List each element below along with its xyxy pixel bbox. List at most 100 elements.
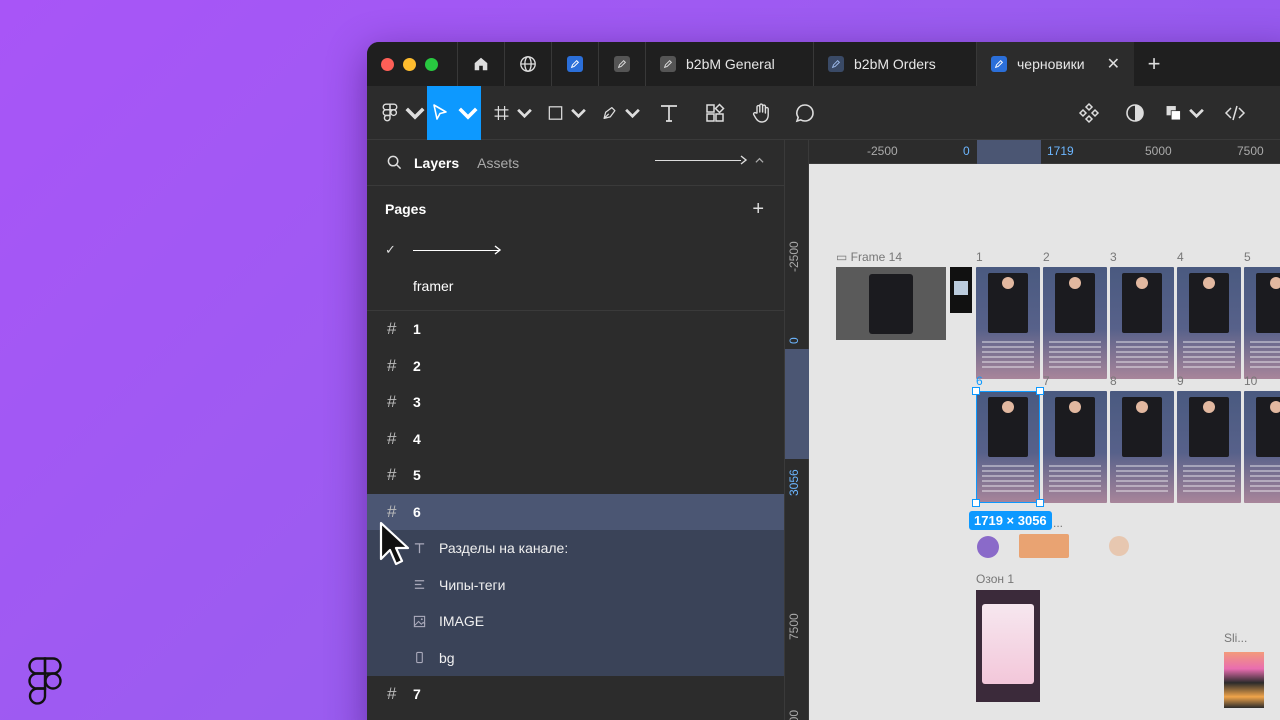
layer-frame-2[interactable]: #2 — [367, 348, 784, 385]
move-tool-button[interactable] — [427, 86, 481, 140]
maximize-window-button[interactable] — [425, 57, 438, 71]
ruler-tick-label: 0 — [787, 337, 801, 344]
frame-number-label: 8 — [1110, 374, 1117, 388]
resize-handle[interactable] — [972, 499, 980, 507]
page-item-current[interactable]: ✓ — [367, 232, 784, 268]
dev-mode-button[interactable] — [1221, 86, 1249, 140]
page-label: framer — [413, 278, 454, 294]
layer-label: IMAGE — [439, 613, 485, 630]
tab-chernoviki[interactable]: черновики ✕ — [976, 42, 1134, 86]
slides-frame-label: Sli... — [1224, 631, 1248, 645]
search-icon[interactable] — [387, 155, 402, 170]
comment-tool-button[interactable] — [791, 86, 819, 140]
avatar[interactable] — [1109, 536, 1129, 556]
figma-menu-icon — [382, 103, 398, 122]
slides-frame[interactable] — [1224, 652, 1264, 708]
home-tab[interactable] — [457, 42, 504, 86]
community-tab[interactable] — [504, 42, 551, 86]
arrow-right-icon — [740, 155, 748, 165]
close-tab-icon[interactable]: ✕ — [1107, 54, 1120, 74]
frame-thumbnail[interactable] — [976, 267, 1040, 379]
new-tab-button[interactable]: + — [1134, 42, 1174, 86]
layer-frame-4[interactable]: #4 — [367, 421, 784, 458]
ozon-frame-label: Озон 1 — [976, 572, 1015, 586]
add-page-button[interactable]: + — [752, 198, 764, 221]
file-pen-icon — [828, 56, 844, 72]
main-menu-button[interactable] — [381, 86, 427, 140]
minimize-window-button[interactable] — [403, 57, 416, 71]
frame-thumbnail[interactable] — [1110, 391, 1174, 503]
layer-frame-7[interactable]: #7 — [367, 676, 784, 713]
layer-child-image[interactable]: IMAGE — [367, 603, 784, 640]
qr-code-frame[interactable] — [950, 267, 972, 313]
frame-thumbnail[interactable] — [1110, 267, 1174, 379]
layer-frame-3[interactable]: #3 — [367, 384, 784, 421]
theme-toggle-button[interactable] — [1121, 86, 1149, 140]
page-arrow-line — [413, 249, 499, 251]
resize-handle[interactable] — [1036, 499, 1044, 507]
layer-child-chips[interactable]: Чипы-теги — [367, 566, 784, 603]
layer-label: 1 — [413, 321, 421, 338]
frame-hash-icon: # — [387, 501, 397, 521]
tab-b2bm-general[interactable]: b2bM General — [645, 42, 813, 86]
arrow-right-icon — [494, 245, 502, 255]
layer-child-bg[interactable]: bg — [367, 639, 784, 676]
image-icon — [413, 615, 439, 628]
tab-layers[interactable]: Layers — [414, 155, 459, 171]
frame-number-label: 2 — [1043, 250, 1050, 264]
tab-assets[interactable]: Assets — [477, 155, 519, 171]
selection-size-badge: 1719 × 3056 — [969, 511, 1052, 530]
frame-thumbnail[interactable] — [1043, 267, 1107, 379]
frame-number-label: 5 — [1244, 250, 1251, 264]
component-diamond-icon — [1078, 102, 1100, 124]
resize-handle[interactable] — [1036, 387, 1044, 395]
current-page-switcher[interactable] — [655, 155, 764, 165]
layer-frame-6-selected[interactable]: #6 — [367, 493, 784, 530]
text-tool-button[interactable] — [655, 86, 683, 140]
layer-label: 3 — [413, 394, 421, 411]
ruler-tick-label: -2500 — [867, 144, 898, 158]
figma-window: b2bM General b2bM Orders черновики ✕ + L… — [367, 42, 1280, 720]
shape-tool-button[interactable] — [547, 86, 587, 140]
boolean-tool-button[interactable] — [1165, 86, 1205, 140]
layers-panel: Layers Assets Pages + ✓ framer #1 # 2 # … — [367, 140, 785, 720]
layer-frame-1[interactable]: #1 — [367, 311, 784, 348]
file-pen-icon — [991, 56, 1007, 72]
panel-header: Layers Assets — [367, 140, 784, 186]
text-icon — [661, 105, 677, 122]
frame-hash-icon: # — [387, 319, 397, 339]
frame-thumbnail[interactable] — [1177, 267, 1241, 379]
ozon-frame[interactable] — [976, 590, 1040, 702]
file-tab-icon-1[interactable] — [551, 42, 598, 86]
ruler-tick-label: 7500 — [1237, 144, 1264, 158]
sticker-thumbnail[interactable] — [1019, 534, 1069, 558]
page-item-framer[interactable]: framer — [367, 268, 784, 304]
design-canvas[interactable]: ▭ Frame 14 1 2 3 4 5 6 7 8 9 10 1719 × 3… — [809, 164, 1280, 720]
pen-tool-button[interactable] — [601, 86, 641, 140]
frame-thumbnail[interactable] — [1244, 267, 1280, 379]
truncated-label: ... — [1053, 516, 1064, 530]
frame-thumbnail[interactable] — [1043, 391, 1107, 503]
frame-thumbnail[interactable] — [1177, 391, 1241, 503]
hand-tool-button[interactable] — [747, 86, 775, 140]
file-tab-icon-2[interactable] — [598, 42, 645, 86]
ruler-tick-label: 000 — [787, 709, 801, 720]
frame14[interactable] — [836, 267, 946, 340]
close-window-button[interactable] — [381, 57, 394, 71]
vertical-ruler: -2500 0 3056 7500 000 — [785, 140, 809, 720]
layer-label: 5 — [413, 467, 421, 484]
resize-handle[interactable] — [972, 387, 980, 395]
frame-tool-button[interactable] — [493, 86, 533, 140]
avatar[interactable] — [977, 536, 999, 558]
tab-label: b2bM Orders — [854, 56, 936, 72]
hand-icon — [752, 103, 769, 123]
assets-component-button[interactable] — [1075, 86, 1103, 140]
layer-frame-5[interactable]: #5 — [367, 457, 784, 494]
frame-number-label: 4 — [1177, 250, 1184, 264]
layer-child-text[interactable]: Разделы на канале: — [367, 530, 784, 567]
layer-label: 7 — [413, 686, 421, 703]
resources-tool-button[interactable] — [701, 86, 729, 140]
tab-b2bm-orders[interactable]: b2bM Orders — [813, 42, 976, 86]
ozon-card — [982, 604, 1034, 684]
frame-thumbnail[interactable] — [1244, 391, 1280, 503]
